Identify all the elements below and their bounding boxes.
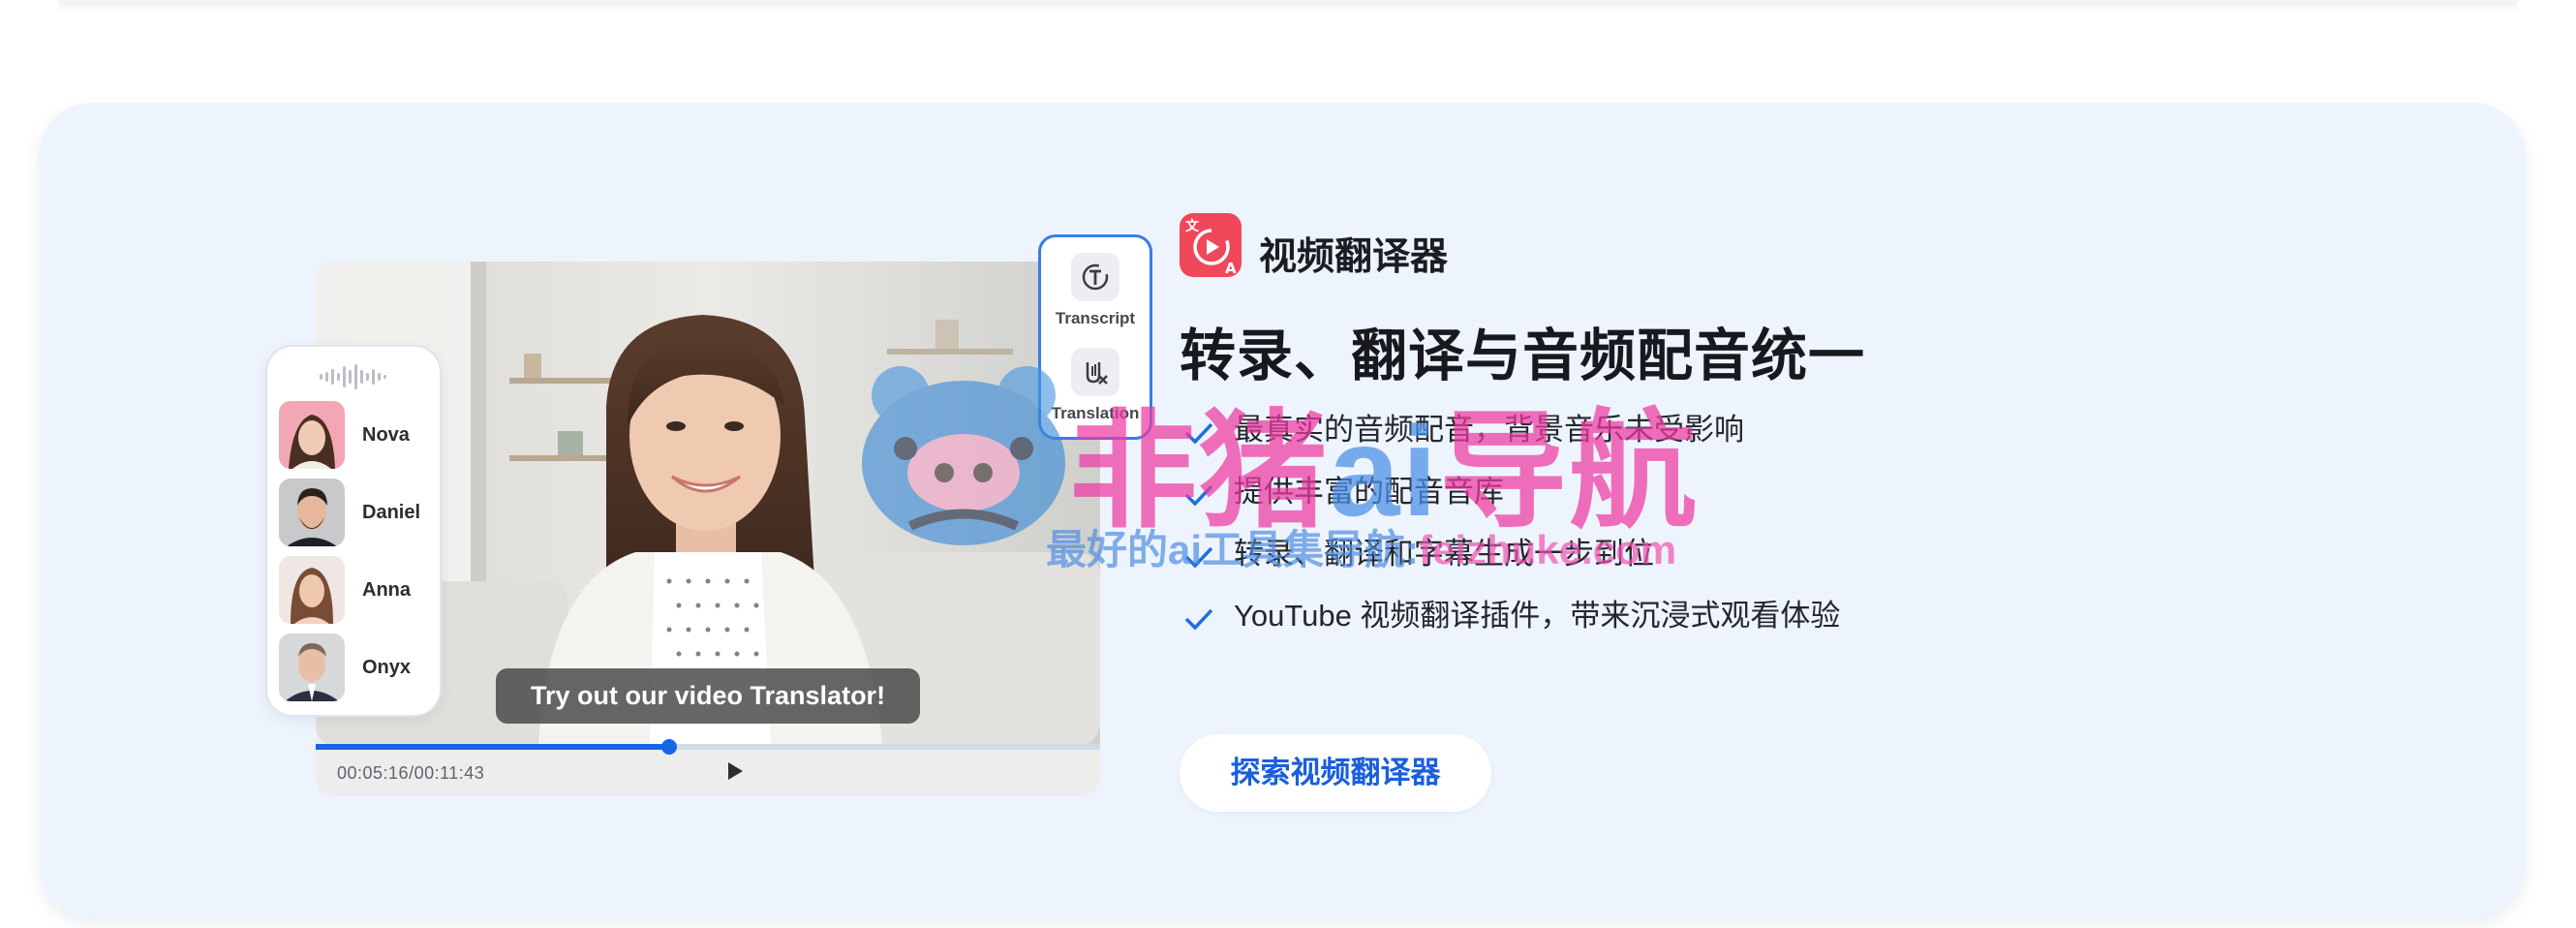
voice-item-anna[interactable]: Anna [279,556,434,624]
transcript-icon [1071,253,1119,301]
watermark-subtitle: 最好的ai工具集导航:feizhuke.com [1046,517,1676,576]
progress-handle[interactable] [660,739,677,755]
check-icon [1184,608,1213,631]
video-time: 00:05:16/00:11:43 [337,763,485,783]
avatar [279,556,345,624]
voice-name: Anna [362,579,411,601]
play-icon[interactable] [722,759,746,783]
progress-fill [316,744,669,750]
voice-name: Onyx [362,657,412,678]
voice-item-onyx[interactable]: Onyx [279,634,434,701]
pig-watermark-logo [862,366,1065,545]
svg-text:A: A [1225,260,1237,277]
progress-bar[interactable] [316,739,1100,755]
video-translator-feature-card: Try out our video Translator! 00:05:16/0… [39,103,2526,918]
video-caption: Try out our video Translator! [496,668,921,724]
feature-text: YouTube 视频翻译插件，带来沉浸式观看体验 [1234,599,1841,633]
avatar [279,479,345,546]
watermark-url: feizhuke.com [1419,527,1677,572]
brand-name: 视频翻译器 [1259,236,1449,278]
transcript-tool[interactable]: Transcript [1041,253,1150,328]
feature-item: YouTube 视频翻译插件，带来沉浸式观看体验 [1180,595,1840,657]
previous-section-edge [58,0,2518,6]
watermark-text: 最好的ai工具集导航: [1046,527,1420,572]
avatar [279,634,345,701]
voice-name: Daniel [362,502,421,523]
explore-video-translator-button[interactable]: 探索视频翻译器 [1180,734,1491,812]
voice-item-nova[interactable]: Nova [279,401,434,469]
voice-item-daniel[interactable]: Daniel [279,479,434,546]
video-translator-logo: 文 A [1180,213,1242,277]
video-controls: 00:05:16/00:11:43 [316,739,1100,796]
avatar [279,401,345,469]
tool-label: Transcript [1055,309,1136,327]
voice-name: Nova [362,424,410,446]
svg-text:文: 文 [1185,218,1200,234]
voice-list-panel: Nova Daniel Anna Onyx [265,345,442,717]
waveform-icon [320,364,386,389]
